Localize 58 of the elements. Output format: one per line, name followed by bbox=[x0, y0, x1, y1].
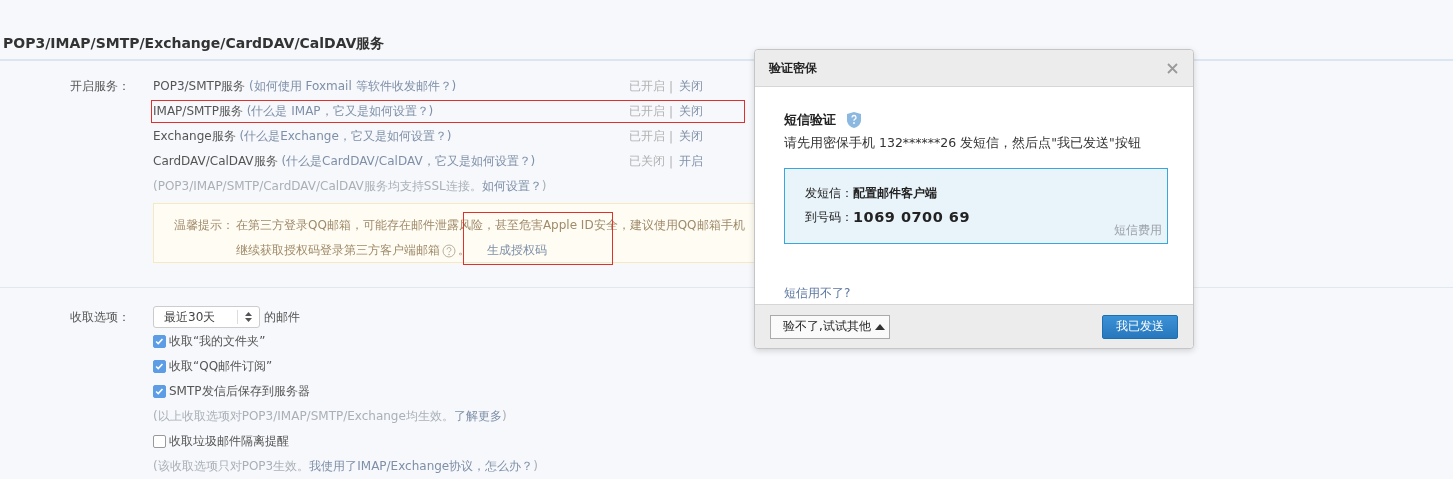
tip-text: 继续获取授权码登录第三方客户端邮箱 bbox=[236, 242, 440, 259]
generate-code-link[interactable]: 生成授权码 bbox=[487, 238, 547, 263]
checkbox[interactable] bbox=[153, 435, 166, 448]
service-status: 已开启 bbox=[629, 128, 665, 145]
service-name: Exchange服务 (什么是Exchange，它又是如何设置？) bbox=[153, 128, 453, 145]
section-title: POP3/IMAP/SMTP/Exchange/CardDAV/CalDAV服务 bbox=[3, 35, 385, 51]
service-name: POP3/SMTP服务 (如何使用 Foxmail 等软件收发邮件？) bbox=[153, 78, 458, 95]
close-icon[interactable] bbox=[1166, 61, 1179, 75]
instruction-text: 请先用密保手机 132******26 发短信，然后点"我已发送"按钮 bbox=[784, 135, 1142, 152]
sms-label: 到号码： bbox=[805, 208, 853, 226]
field-label: 收取选项： bbox=[69, 309, 131, 326]
help-link[interactable]: (什么是 IMAP，它又是如何设置？) bbox=[246, 104, 434, 118]
checkbox[interactable] bbox=[153, 335, 166, 348]
checkbox-label: 收取“我的文件夹” bbox=[169, 333, 266, 350]
toggle-link[interactable]: 关闭 bbox=[679, 128, 704, 145]
stepper-icon bbox=[245, 312, 252, 322]
checkbox[interactable] bbox=[153, 385, 166, 398]
caret-icon bbox=[874, 323, 885, 330]
service-status: 已开启 bbox=[629, 78, 665, 95]
help-link[interactable]: 如何设置？ bbox=[481, 179, 542, 193]
separator: | bbox=[668, 129, 675, 144]
sms-value: 1069 0700 69 bbox=[853, 209, 970, 225]
checkbox-label: SMTP发信后保存到服务器 bbox=[169, 383, 310, 400]
help-link[interactable]: 短信用不了? bbox=[784, 285, 1168, 302]
service-name: CardDAV/CalDAV服务 (什么是CardDAV/CalDAV，它又是如何设置？) bbox=[153, 153, 537, 170]
help-link[interactable]: (什么是CardDAV/CalDAV，它又是如何设置？) bbox=[281, 154, 536, 168]
toggle-link[interactable]: 开启 bbox=[679, 153, 704, 170]
separator: | bbox=[668, 79, 675, 94]
period-select[interactable]: 最近30天 bbox=[153, 306, 260, 328]
checkbox-label: 收取垃圾邮件隔离提醒 bbox=[169, 433, 289, 450]
help-link[interactable]: 了解更多 bbox=[453, 409, 502, 423]
tip-text: 。 bbox=[458, 242, 470, 259]
service-status: 已开启 bbox=[629, 103, 665, 120]
note-text: (POP3/IMAP/SMTP/CardDAV/CalDAV服务均支持SSL连接。如何设置？) bbox=[153, 178, 547, 195]
send-button[interactable]: 我已发送 bbox=[1102, 314, 1178, 339]
checkbox-label: 收取“QQ邮件订阅” bbox=[169, 358, 273, 375]
service-name: IMAP/SMTP服务 (什么是 IMAP，它又是如何设置？) bbox=[153, 103, 435, 120]
tip-label: 温馨提示： bbox=[174, 217, 235, 234]
dialog-heading: 短信验证 bbox=[784, 111, 836, 129]
help-icon[interactable] bbox=[442, 243, 456, 258]
select-suffix: 的邮件 bbox=[264, 308, 300, 326]
sms-value: 配置邮件客户端 bbox=[853, 184, 937, 202]
dialog-title: 验证密保 bbox=[769, 59, 817, 77]
separator: | bbox=[668, 104, 675, 119]
note-text: (该收取选项只对POP3生效。我使用了IMAP/Exchange协议，怎么办？) bbox=[153, 458, 538, 475]
alternative-button[interactable]: 验不了,试试其他 bbox=[770, 314, 890, 339]
shield-icon[interactable] bbox=[846, 111, 862, 129]
separator: | bbox=[668, 154, 675, 169]
service-status: 已关闭 bbox=[629, 153, 665, 170]
fee-link[interactable]: 短信费用 bbox=[1114, 222, 1162, 239]
help-link[interactable]: (什么是Exchange，它又是如何设置？) bbox=[239, 129, 452, 143]
help-link[interactable]: (如何使用 Foxmail 等软件收发邮件？) bbox=[248, 79, 457, 93]
checkbox[interactable] bbox=[153, 360, 166, 373]
sms-label: 发短信： bbox=[805, 184, 853, 202]
toggle-link[interactable]: 关闭 bbox=[679, 78, 704, 95]
toggle-link[interactable]: 关闭 bbox=[679, 103, 704, 120]
help-link[interactable]: 我使用了IMAP/Exchange协议，怎么办？ bbox=[309, 459, 534, 473]
field-label: 开启服务： bbox=[69, 78, 131, 95]
